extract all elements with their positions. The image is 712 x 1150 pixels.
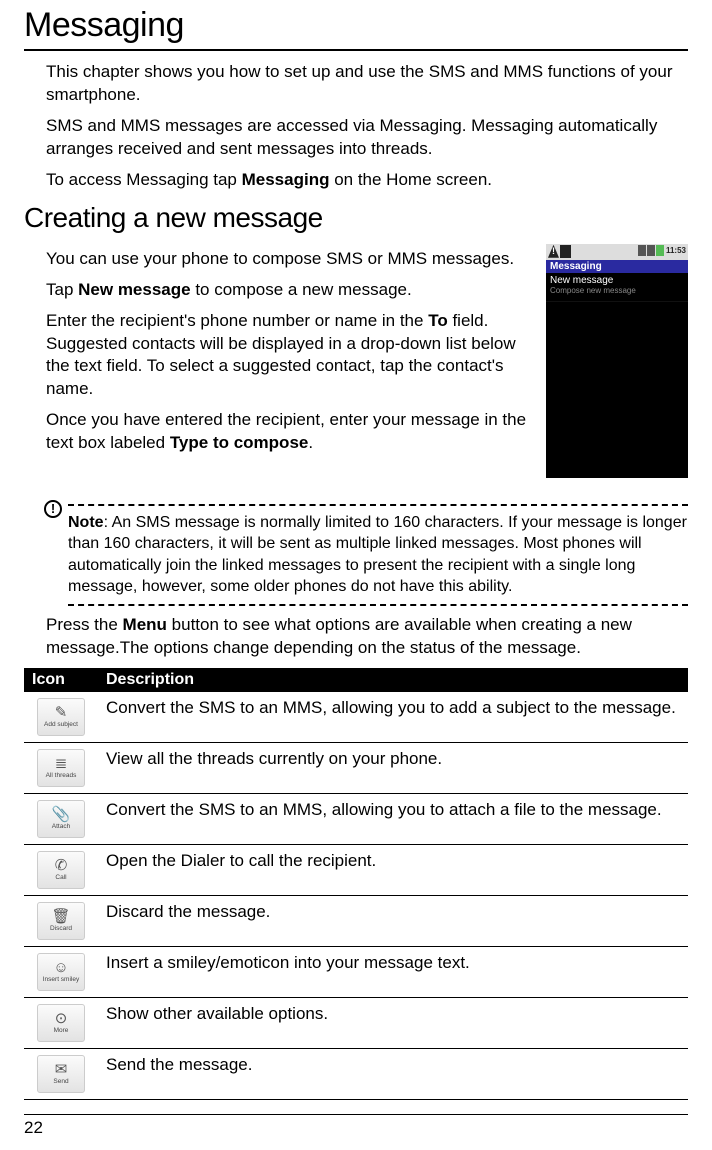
table-row: ✆Call Open the Dialer to call the recipie… [24, 844, 688, 895]
signal-icon [638, 245, 646, 256]
to-keyword: To [428, 311, 448, 330]
option-icon: ✉Send [37, 1055, 85, 1093]
option-icon-label: Discard [50, 925, 72, 932]
table-row: ⊙More Show other available options. [24, 997, 688, 1048]
table-cell-desc: Open the Dialer to call the recipient. [98, 844, 688, 895]
table-cell-desc: Convert the SMS to an MMS, allowing you … [98, 793, 688, 844]
option-icon: ⊙More [37, 1004, 85, 1042]
option-icon-label: Insert smiley [43, 976, 79, 983]
option-glyph-icon: ☺ [53, 960, 68, 975]
type-to-compose-keyword: Type to compose [170, 433, 309, 452]
option-glyph-icon: ✎ [55, 705, 68, 720]
option-icon-label: Call [55, 874, 66, 881]
option-icon: ≣All threads [37, 749, 85, 787]
status-time: 11:53 [665, 246, 686, 255]
table-head-desc: Description [98, 668, 688, 692]
table-cell-desc: Discard the message. [98, 895, 688, 946]
option-glyph-icon: ⊙ [55, 1011, 68, 1026]
option-icon-label: Attach [52, 823, 70, 830]
page-number: 22 [24, 1114, 688, 1138]
table-row: ☺Insert smiley Insert a smiley/emoticon i… [24, 946, 688, 997]
option-glyph-icon: ≣ [55, 756, 68, 771]
battery-icon [656, 245, 664, 256]
screenshot-row-title: New message [550, 275, 684, 286]
text-span: Press the [46, 615, 123, 634]
table-cell-desc: Insert a smiley/emoticon into your messa… [98, 946, 688, 997]
option-glyph-icon: ✉ [55, 1062, 68, 1077]
option-icon: 📎Attach [37, 800, 85, 838]
table-row: ✎Add subject Convert the SMS to an MMS, a… [24, 692, 688, 743]
text-span: To access Messaging tap [46, 170, 242, 189]
note-rule-top [68, 504, 688, 506]
screenshot-body [546, 302, 688, 478]
table-head-icon: Icon [24, 668, 98, 692]
warning-icon [548, 245, 559, 258]
note-rule-bottom [68, 604, 688, 606]
option-icon-label: Add subject [44, 721, 78, 728]
screenshot-titlebar: Messaging [546, 260, 688, 273]
screenshot-row-new-message: New message Compose new message [546, 273, 688, 302]
signal-icon [647, 245, 655, 256]
option-icon-label: Send [53, 1078, 68, 1085]
text-span: . [308, 433, 313, 452]
table-cell-desc: Convert the SMS to an MMS, allowing you … [98, 692, 688, 743]
option-icon: 🗑Discard [37, 902, 85, 940]
title-rule [24, 49, 688, 51]
table-cell-desc: Show other available options. [98, 997, 688, 1048]
option-glyph-icon: 🗑 [51, 909, 70, 924]
option-icon-label: More [54, 1027, 69, 1034]
note-block: ! Note: An SMS message is normally limit… [46, 504, 688, 606]
section-title-creating: Creating a new message [24, 202, 688, 234]
alert-icon: ! [44, 500, 64, 520]
status-bar: 11:53 [546, 244, 688, 260]
menu-keyword: Menu [123, 615, 167, 634]
option-glyph-icon: ✆ [55, 858, 68, 873]
table-cell-icon: 📎Attach [24, 793, 98, 844]
intro-paragraph-3: To access Messaging tap Messaging on the… [46, 169, 688, 192]
table-row: ✉Send Send the message. [24, 1048, 688, 1099]
status-icon [560, 245, 571, 258]
after-note-paragraph: Press the Menu button to see what option… [46, 614, 688, 660]
table-cell-icon: ✆Call [24, 844, 98, 895]
chapter-title: Messaging [24, 6, 688, 45]
messaging-keyword: Messaging [242, 170, 330, 189]
table-cell-desc: Send the message. [98, 1048, 688, 1099]
table-cell-desc: View all the threads currently on your p… [98, 742, 688, 793]
option-glyph-icon: 📎 [52, 807, 71, 822]
note-text: Note: An SMS message is normally limited… [68, 512, 688, 598]
note-label: Note [68, 514, 104, 531]
table-row: 📎Attach Convert the SMS to an MMS, allowi… [24, 793, 688, 844]
phone-screenshot: 11:53 Messaging New message Compose new … [546, 244, 688, 482]
table-row: ≣All threads View all the threads current… [24, 742, 688, 793]
table-cell-icon: ☺Insert smiley [24, 946, 98, 997]
screenshot-row-subtitle: Compose new message [550, 286, 684, 295]
table-cell-icon: 🗑Discard [24, 895, 98, 946]
option-icon: ✆Call [37, 851, 85, 889]
table-cell-icon: ≣All threads [24, 742, 98, 793]
options-table: Icon Description ✎Add subject Convert the… [24, 668, 688, 1100]
table-cell-icon: ✎Add subject [24, 692, 98, 743]
text-span: Tap [46, 280, 78, 299]
note-body: : An SMS message is normally limited to … [68, 514, 687, 596]
intro-paragraph-1: This chapter shows you how to set up and… [46, 61, 688, 107]
text-span: to compose a new message. [191, 280, 412, 299]
table-cell-icon: ✉Send [24, 1048, 98, 1099]
table-cell-icon: ⊙More [24, 997, 98, 1048]
option-icon-label: All threads [46, 772, 77, 779]
option-icon: ☺Insert smiley [37, 953, 85, 991]
text-span: Enter the recipient's phone number or na… [46, 311, 428, 330]
intro-paragraph-2: SMS and MMS messages are accessed via Me… [46, 115, 688, 161]
new-message-keyword: New message [78, 280, 190, 299]
option-icon: ✎Add subject [37, 698, 85, 736]
text-span: on the Home screen. [329, 170, 492, 189]
table-row: 🗑Discard Discard the message. [24, 895, 688, 946]
